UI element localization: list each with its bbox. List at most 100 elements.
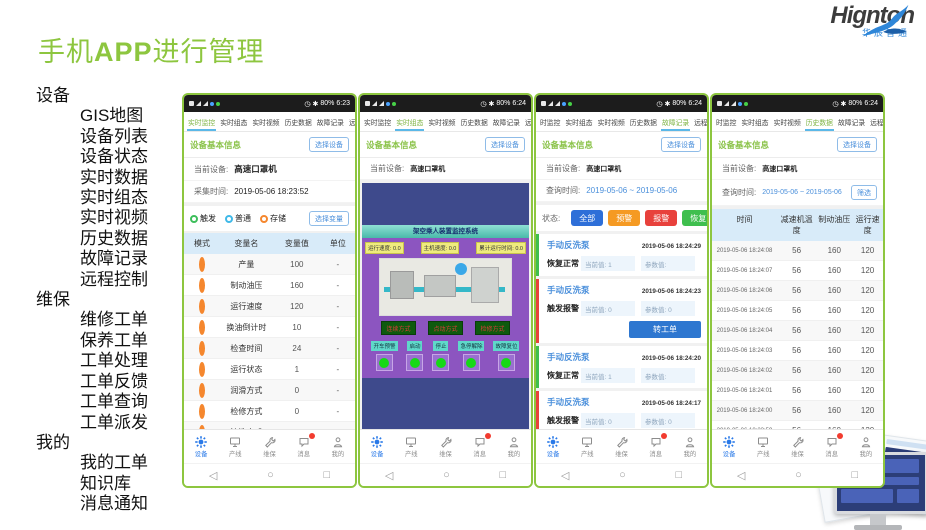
- tab[interactable]: 故障记录: [837, 117, 866, 131]
- tab[interactable]: 历史数据: [460, 117, 489, 131]
- scada-indicator: 开车预警: [371, 341, 397, 371]
- alarm-status: 触发报警: [547, 415, 581, 426]
- tab[interactable]: 历史数据: [629, 117, 658, 131]
- android-home-icon[interactable]: ○: [619, 469, 626, 481]
- nav-item-maintenance[interactable]: 维保: [252, 430, 286, 463]
- select-device-button[interactable]: 选择设备: [837, 137, 877, 152]
- nav-item-messages[interactable]: 消息: [463, 430, 497, 463]
- android-home-icon[interactable]: ○: [443, 469, 450, 481]
- tab[interactable]: 远程控制: [693, 117, 707, 131]
- param-value-field: 参数值:: [641, 256, 695, 271]
- nav-item-me[interactable]: 我的: [321, 430, 355, 463]
- tab[interactable]: 远程控: [348, 117, 355, 131]
- signal-icon: [724, 101, 729, 106]
- query-time-range[interactable]: 2019-05-06 ~ 2019-05-06: [586, 186, 677, 195]
- nav-item-me[interactable]: 我的: [673, 430, 707, 463]
- mode-donut-icon: [199, 341, 205, 356]
- alarm-clock-icon: ◷: [656, 100, 662, 108]
- tab[interactable]: 实时视频: [597, 117, 626, 131]
- android-recents-icon[interactable]: □: [851, 469, 858, 481]
- to-work-order-button[interactable]: 转工单: [629, 321, 701, 338]
- slide: 手机APP进行管理 Hignton 华辰智通 设备GIS地图设备列表设备状态实时…: [0, 0, 926, 530]
- nav-item-me[interactable]: 我的: [849, 430, 883, 463]
- nav-item-messages[interactable]: 消息: [639, 430, 673, 463]
- alarm-card: 手动反洗泵 2019-05-06 18:24:29 恢复正常 当前值: 1 参数…: [536, 234, 707, 276]
- scada-mode-button[interactable]: 点动方式: [428, 321, 462, 335]
- android-nav: ◁ ○ □: [712, 463, 883, 486]
- tab[interactable]: 远程控制: [869, 117, 883, 131]
- nav-item-devices[interactable]: 设备: [184, 430, 218, 463]
- nav-item-devices[interactable]: 设备: [712, 430, 746, 463]
- outline-item: 工单反馈: [36, 372, 148, 392]
- outline-item: 保养工单: [36, 331, 148, 351]
- status-filter-button[interactable]: 预警: [608, 210, 640, 226]
- status-filter-button[interactable]: 报警: [645, 210, 677, 226]
- tab[interactable]: 时监控: [715, 117, 737, 131]
- nav-item-maintenance[interactable]: 维保: [428, 430, 462, 463]
- nav-label: 设备: [195, 449, 208, 458]
- phone-fault-records: ◷✱80%6:24 时监控实时组态实时视频历史数据故障记录远程控制 设备基本信息…: [534, 93, 709, 488]
- status-filter-bar: 状态: 全部预警报警恢复: [536, 205, 707, 231]
- android-home-icon[interactable]: ○: [795, 469, 802, 481]
- tab[interactable]: 实时组态: [219, 117, 248, 131]
- nav-item-devices[interactable]: 设备: [536, 430, 570, 463]
- tab[interactable]: 历史数据: [284, 117, 313, 131]
- tab[interactable]: 实时监控: [363, 117, 392, 131]
- status-filter-button[interactable]: 恢复: [682, 210, 707, 226]
- nav-item-production-line[interactable]: 产线: [394, 430, 428, 463]
- tab[interactable]: 实时视频: [251, 117, 280, 131]
- nav-item-me[interactable]: 我的: [497, 430, 531, 463]
- android-recents-icon[interactable]: □: [675, 469, 682, 481]
- tab[interactable]: 时监控: [539, 117, 561, 131]
- query-time-range[interactable]: 2019-05-06 ~ 2019-05-06: [762, 189, 842, 196]
- feature-outline: 设备GIS地图设备列表设备状态实时数据实时组态实时视频历史数据故障记录远程控制维…: [36, 86, 148, 515]
- tab[interactable]: 远程控: [524, 117, 531, 131]
- nav-item-production-line[interactable]: 产线: [570, 430, 604, 463]
- nav-item-devices[interactable]: 设备: [360, 430, 394, 463]
- tab-bar: 时监控实时组态实时视频历史数据故障记录远程控制: [536, 112, 707, 132]
- tab[interactable]: 历史数据: [805, 117, 834, 131]
- tab[interactable]: 故障记录: [316, 117, 345, 131]
- tab[interactable]: 实时组态: [395, 117, 424, 131]
- tab[interactable]: 实时组态: [740, 117, 769, 131]
- select-device-button[interactable]: 选择设备: [309, 137, 349, 152]
- person-icon: [684, 436, 696, 448]
- alarm-card: 手动反洗泵 2019-05-06 18:24:17 触发报警 当前值: 0 参数…: [536, 391, 707, 429]
- nav-item-production-line[interactable]: 产线: [746, 430, 780, 463]
- android-back-icon[interactable]: ◁: [737, 469, 745, 482]
- param-value-field: 参数值: 0: [641, 301, 695, 316]
- tab[interactable]: 实时监控: [187, 117, 216, 131]
- tab[interactable]: 实时视频: [427, 117, 456, 131]
- android-back-icon[interactable]: ◁: [561, 469, 569, 482]
- tab[interactable]: 故障记录: [492, 117, 521, 131]
- status-filter-button[interactable]: 全部: [571, 210, 603, 226]
- nav-label: 消息: [825, 449, 838, 458]
- nav-item-maintenance[interactable]: 维保: [780, 430, 814, 463]
- android-back-icon[interactable]: ◁: [385, 469, 393, 482]
- android-back-icon[interactable]: ◁: [209, 469, 217, 482]
- bluetooth-dot-icon: [210, 102, 214, 106]
- android-home-icon[interactable]: ○: [267, 469, 274, 481]
- scada-mode-button[interactable]: 连续方式: [381, 321, 415, 335]
- nav-item-messages[interactable]: 消息: [815, 430, 849, 463]
- select-variable-button[interactable]: 选择变量: [309, 211, 349, 226]
- nav-item-production-line[interactable]: 产线: [218, 430, 252, 463]
- status-label: 状态:: [542, 213, 560, 224]
- tab-bar: 时监控实时组态实时视频历史数据故障记录远程控制: [712, 112, 883, 132]
- android-recents-icon[interactable]: □: [499, 469, 506, 481]
- nav-item-maintenance[interactable]: 维保: [604, 430, 638, 463]
- scada-mode-button[interactable]: 检修方式: [475, 321, 509, 335]
- select-device-button[interactable]: 选择设备: [485, 137, 525, 152]
- nav-item-messages[interactable]: 消息: [287, 430, 321, 463]
- filter-button[interactable]: 筛选: [851, 185, 877, 200]
- select-device-button[interactable]: 选择设备: [661, 137, 701, 152]
- table-row: 检修方式 0 -: [184, 401, 355, 422]
- tab[interactable]: 故障记录: [661, 117, 690, 131]
- phone-history-data: ◷✱80%6:24 时监控实时组态实时视频历史数据故障记录远程控制 设备基本信息…: [710, 93, 885, 488]
- tab[interactable]: 实时视频: [773, 117, 802, 131]
- outline-item: 消息通知: [36, 494, 148, 514]
- scada-view: 架空乘人装置监控系统 运行速度: 0.0主机速度: 0.0累计运行时间: 0.0…: [362, 183, 529, 429]
- status-bar: ◷✱80%6:24: [712, 95, 883, 112]
- tab[interactable]: 实时组态: [564, 117, 593, 131]
- android-recents-icon[interactable]: □: [323, 469, 330, 481]
